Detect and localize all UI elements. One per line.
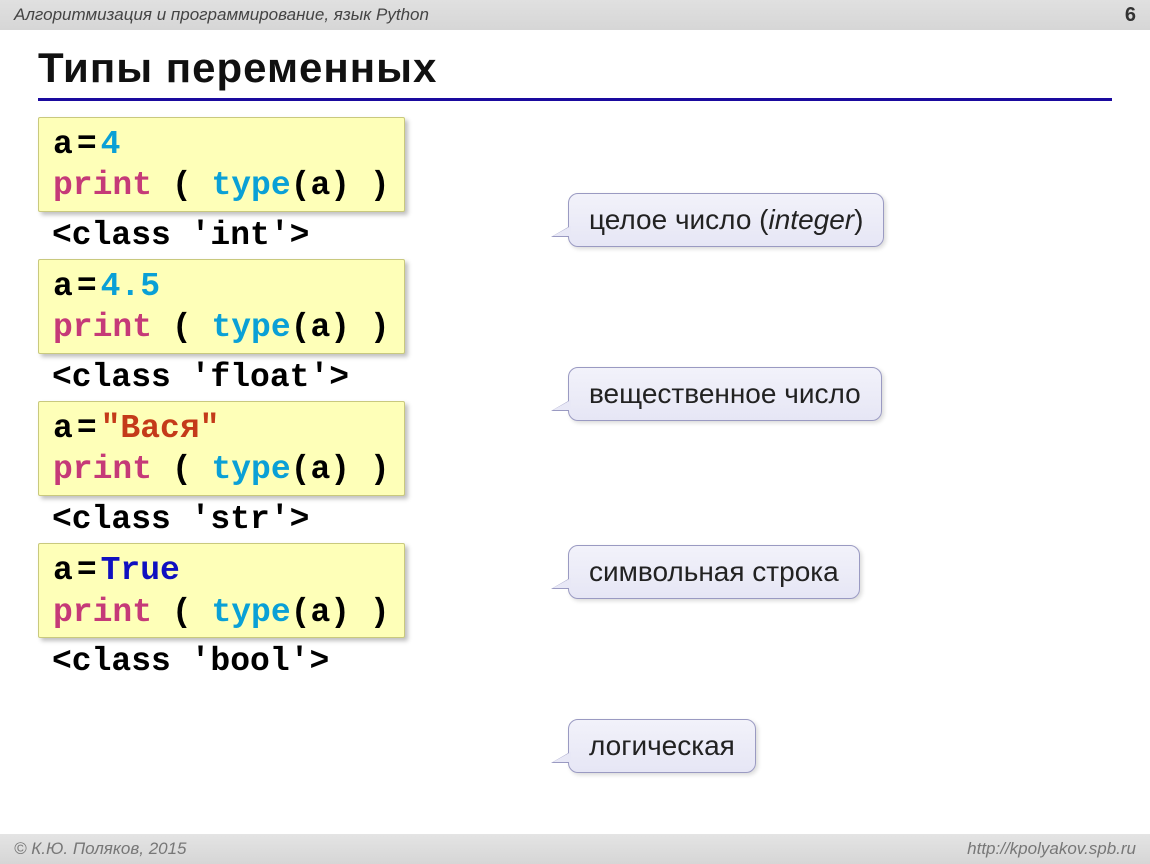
slide-title: Типы переменных: [38, 44, 1112, 101]
code-box: a=True print ( type(a) ): [38, 543, 405, 638]
code-box: a=4.5 print ( type(a) ): [38, 259, 405, 354]
code-output: <class 'bool'>: [38, 640, 1112, 684]
header-subject: Алгоритмизация и программирование, язык …: [14, 5, 429, 25]
code-output: <class 'str'>: [38, 498, 1112, 542]
code-box: a="Вася" print ( type(a) ): [38, 401, 405, 496]
callout-float: вещественное число: [568, 367, 882, 421]
example-str: a="Вася" print ( type(a) ) <class 'str'>: [38, 401, 1112, 541]
footer-bar: © К.Ю. Поляков, 2015 http://kpolyakov.sp…: [0, 834, 1150, 864]
callout-integer: целое число (integer): [568, 193, 884, 247]
callout-string: символьная строка: [568, 545, 860, 599]
header-bar: Алгоритмизация и программирование, язык …: [0, 0, 1150, 30]
footer-copyright: © К.Ю. Поляков, 2015: [14, 839, 187, 859]
footer-url: http://kpolyakov.spb.ru: [967, 839, 1136, 859]
slide-content: a=4 print ( type(a) ) <class 'int'> a=4.…: [38, 117, 1112, 683]
callout-bool: логическая: [568, 719, 756, 773]
page-number: 6: [1125, 4, 1136, 27]
code-box: a=4 print ( type(a) ): [38, 117, 405, 212]
